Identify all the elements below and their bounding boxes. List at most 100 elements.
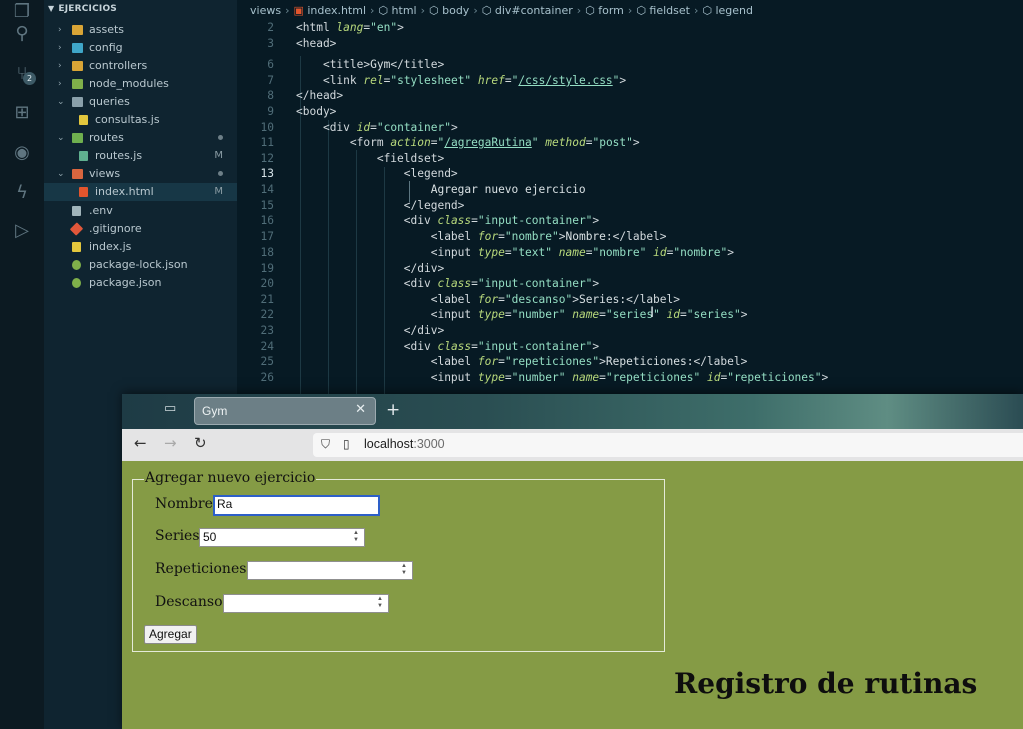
- new-tab-icon[interactable]: +: [386, 400, 400, 420]
- tree-item-package-lock[interactable]: package-lock.json: [44, 256, 237, 274]
- tree-item-gitignore[interactable]: .gitignore: [44, 220, 237, 238]
- text-cursor-icon: I: [650, 305, 655, 321]
- tree-item-label: consultas.js: [95, 113, 160, 126]
- tree-item-routes-js[interactable]: routes.js M: [44, 147, 237, 165]
- tree-item-label: assets: [89, 23, 125, 36]
- code-line: <div class="input-container">: [403, 214, 600, 227]
- chevron-right-icon: ›: [58, 61, 62, 71]
- url-text: localhost:3000: [364, 437, 445, 451]
- tree-item-queries[interactable]: ⌄ queries: [44, 93, 237, 111]
- folder-routes-icon: [72, 133, 83, 143]
- tree-item-controllers[interactable]: › controllers: [44, 57, 237, 75]
- chevron-down-icon: ⌄: [57, 97, 65, 107]
- breadcrumb-item[interactable]: form: [598, 4, 624, 17]
- line-number: 19: [260, 262, 274, 275]
- browser-tab-bar: ▭ Gym ✕ +: [122, 394, 1023, 429]
- line-number: 9: [267, 105, 274, 118]
- forward-arrow-icon[interactable]: →: [164, 434, 177, 452]
- tab-title: Gym: [202, 404, 228, 418]
- breadcrumb-item[interactable]: fieldset: [649, 4, 690, 17]
- series-value: 50: [203, 530, 217, 544]
- tree-item-consultas[interactable]: consultas.js: [44, 111, 237, 129]
- chevron-right-icon: ›: [473, 4, 478, 17]
- tree-item-label: queries: [89, 95, 130, 108]
- folder-open-icon: [72, 97, 83, 107]
- page-heading: Registro de rutinas: [674, 667, 978, 700]
- folder-views-icon: [72, 169, 83, 179]
- breadcrumb-item[interactable]: views: [250, 4, 281, 17]
- close-icon[interactable]: ✕: [355, 402, 366, 417]
- series-input[interactable]: 50 ▲ ▼: [199, 528, 365, 547]
- tree-item-node-modules[interactable]: › node_modules: [44, 75, 237, 93]
- spinner-arrows-icon[interactable]: ▲ ▼: [375, 596, 385, 611]
- lightning-icon[interactable]: ϟ: [10, 181, 34, 205]
- activity-bar: ❐ ⚲ ⑂ 2 ⊞ ◉ ϟ ▷: [0, 0, 44, 729]
- tree-item-routes[interactable]: ⌄ routes: [44, 129, 237, 147]
- search-icon[interactable]: ⚲: [10, 22, 34, 46]
- chevron-right-icon: ›: [420, 4, 425, 17]
- descanso-input[interactable]: ▲ ▼: [223, 594, 389, 613]
- browser-tab[interactable]: Gym ✕: [194, 397, 376, 425]
- code-line: <div id="container">: [322, 121, 458, 134]
- tree-item-package-json[interactable]: package.json: [44, 274, 237, 292]
- back-arrow-icon[interactable]: ←: [134, 434, 147, 452]
- code-line: <html lang="en">: [296, 21, 404, 34]
- chevron-down-icon: ⌄: [57, 133, 65, 143]
- address-bar[interactable]: ⛉ ▯ localhost:3000: [313, 433, 1023, 457]
- chevron-right-icon: ›: [627, 4, 633, 17]
- cube-icon: ⬡: [585, 4, 599, 17]
- nombre-input[interactable]: Ra: [213, 495, 380, 516]
- tree-item-config[interactable]: › config: [44, 39, 237, 57]
- repeticiones-input[interactable]: ▲ ▼: [247, 561, 413, 580]
- tree-item-assets[interactable]: › assets: [44, 21, 237, 39]
- explorer-icon[interactable]: ❐: [10, 0, 34, 24]
- tree-item-index-html[interactable]: index.html M: [44, 183, 237, 201]
- chevron-right-icon: ›: [693, 4, 699, 17]
- chevron-right-icon: ›: [58, 79, 62, 89]
- explorer-root[interactable]: ▼ EJERCICIOS: [48, 4, 117, 14]
- code-line: <input type="text" name="nombre" id="nom…: [430, 246, 734, 259]
- code-line: <head>: [296, 37, 337, 50]
- line-number: 3: [267, 37, 274, 50]
- code-editor[interactable]: views › ▣ index.html › ⬡ html › ⬡ body › ⬡ div#c…: [237, 0, 1023, 400]
- reload-icon[interactable]: ↻: [194, 434, 207, 452]
- agregar-button[interactable]: Agregar: [144, 625, 197, 644]
- extensions-icon[interactable]: ⊞: [10, 101, 34, 125]
- code-line: <div class="input-container">: [403, 277, 600, 290]
- tree-item-env[interactable]: .env: [44, 202, 237, 220]
- breadcrumb-item[interactable]: div#container: [495, 4, 573, 17]
- line-number: 17: [260, 230, 274, 243]
- breadcrumb-item[interactable]: legend: [715, 4, 753, 17]
- code-line: <body>: [296, 105, 337, 118]
- line-number: 10: [260, 121, 274, 134]
- line-number: 25: [260, 355, 274, 368]
- form-fieldset: Nombre: Ra Series: 50 ▲ ▼ Repeticiones: ▲…: [132, 479, 665, 652]
- code-line: <input type="number" name="repeticiones"…: [430, 371, 829, 384]
- page-info-icon[interactable]: ▯: [343, 437, 350, 451]
- folder-node-icon: [72, 79, 83, 89]
- line-number: 6: [267, 58, 274, 71]
- remote-icon[interactable]: ◉: [10, 141, 34, 165]
- spinner-arrows-icon[interactable]: ▲ ▼: [399, 563, 409, 578]
- descanso-label: Descanso:: [155, 594, 228, 610]
- tab-overview-icon[interactable]: ▭: [164, 402, 178, 415]
- spinner-arrows-icon[interactable]: ▲ ▼: [351, 530, 361, 545]
- tree-item-views[interactable]: ⌄ views: [44, 165, 237, 183]
- breadcrumb-item[interactable]: body: [442, 4, 469, 17]
- line-number: 22: [260, 308, 274, 321]
- breadcrumb-item[interactable]: index.html: [307, 4, 366, 17]
- tree-item-index-js[interactable]: index.js: [44, 238, 237, 256]
- code-line: Agregar nuevo ejercicio: [430, 183, 586, 196]
- tree-item-label: routes.js: [95, 149, 143, 162]
- line-number-active: 13: [260, 167, 274, 180]
- breadcrumb-item[interactable]: html: [392, 4, 417, 17]
- source-control-badge: 2: [23, 72, 36, 85]
- code-line: <fieldset>: [376, 152, 445, 165]
- tree-item-label: index.html: [95, 185, 154, 198]
- cube-icon: ⬡: [429, 4, 443, 17]
- tree-item-label: controllers: [89, 59, 148, 72]
- modified-dot: [218, 129, 223, 147]
- env-file-icon: [72, 206, 81, 216]
- tracking-protection-icon[interactable]: ⛉: [321, 437, 330, 452]
- run-debug-icon[interactable]: ▷: [10, 219, 34, 243]
